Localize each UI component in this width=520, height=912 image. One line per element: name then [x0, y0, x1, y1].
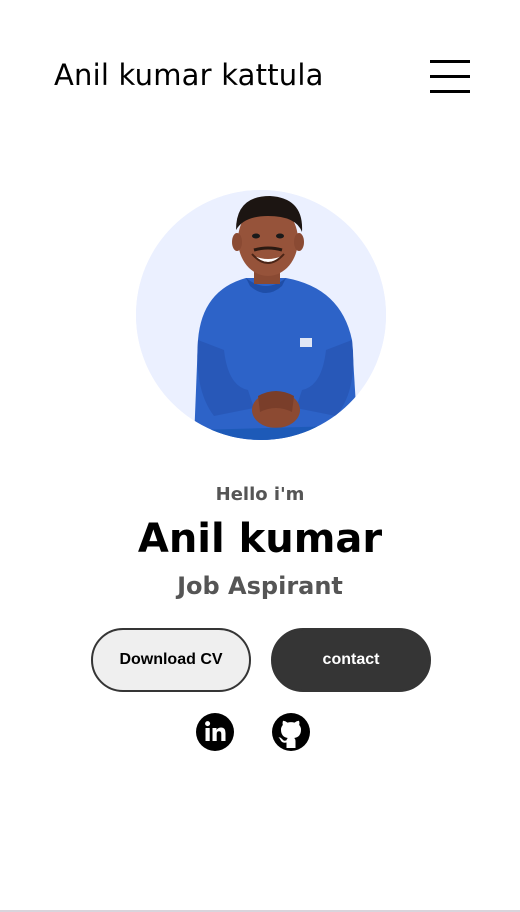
menu-bar: [430, 60, 470, 63]
social-links: [0, 712, 520, 752]
hamburger-menu-icon[interactable]: [430, 60, 470, 94]
site-logo[interactable]: Anil kumar kattula: [54, 58, 324, 92]
profile-role: Job Aspirant: [177, 572, 343, 600]
contact-button[interactable]: contact: [271, 628, 431, 692]
profile-picture: [136, 190, 386, 440]
menu-bar: [430, 75, 470, 78]
menu-bar: [430, 90, 470, 93]
github-icon[interactable]: [271, 712, 311, 752]
linkedin-icon[interactable]: [195, 712, 235, 752]
site-header: Anil kumar kattula: [0, 0, 520, 150]
greeting-text: Hello i'm: [215, 484, 305, 505]
download-cv-button[interactable]: Download CV: [91, 628, 251, 692]
profile-photo-illustration: [136, 190, 386, 440]
profile-name: Anil kumar: [137, 516, 383, 562]
